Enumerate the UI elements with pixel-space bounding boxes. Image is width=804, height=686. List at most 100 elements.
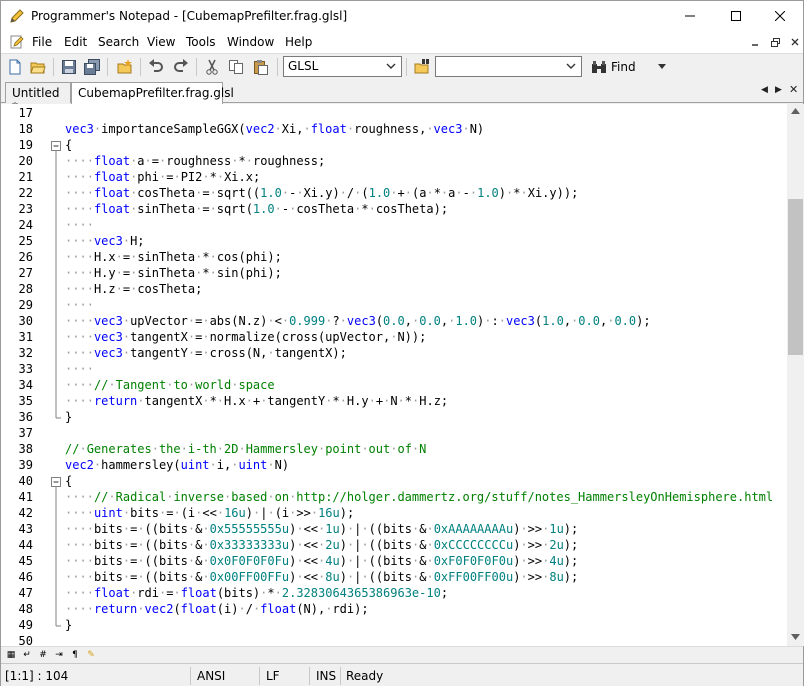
line-number: 29 [18,298,33,312]
scrollbar-thumb[interactable] [788,199,803,355]
paste-button[interactable] [251,57,271,77]
line-number: 40 [18,474,33,488]
line-number: 45 [18,554,33,568]
scissors-icon [206,59,218,75]
minimize-button[interactable] [667,1,713,31]
dropdown-arrow-icon[interactable] [657,64,666,70]
code-line: ···· [65,218,94,232]
menu-bar: File Edit Search View Tools Window Help [1,31,803,53]
toolbar: GLSL Find [1,53,803,79]
title-bar[interactable]: Programmer's Notepad - [CubemapPrefilter… [1,1,803,31]
save-all-icon [84,59,100,75]
whitespace-icon[interactable]: ⇥ [53,649,65,661]
line-number: 49 [18,618,33,632]
line-number: 35 [18,394,33,408]
scroll-up-icon[interactable] [791,108,800,114]
menu-window[interactable]: Window [227,35,274,49]
open-button[interactable] [28,57,48,77]
chevron-down-icon [566,63,576,69]
find-in-files-button[interactable] [412,57,432,77]
code-line: } [65,410,73,424]
open-project-button[interactable] [115,57,135,77]
find-input[interactable] [435,56,582,77]
redo-icon [174,59,188,72]
find-button[interactable]: Find [591,57,666,77]
document-edit-icon[interactable] [9,34,25,50]
line-ending-indicator: LF [266,669,280,683]
undo-button[interactable] [146,57,166,77]
tab-scroll-right-icon[interactable]: ▶ [775,85,782,95]
mdi-minimize-button[interactable] [747,34,763,50]
open-folder-icon [30,62,46,74]
line-number: 23 [18,202,33,216]
code-line: ····float·sinTheta·=·sqrt(1.0·-·cosTheta… [65,202,449,216]
line-number: 46 [18,570,33,584]
code-line: ····//·Radical·inverse·based·on·http://h… [65,490,774,504]
line-number: 22 [18,186,33,200]
code-line: ···· [65,298,94,312]
code-editor[interactable]: 17 18 19 20 21 22 23 24 25 26 27 28 29 30 31 32 33 34 35 36… [1,104,787,646]
chevron-down-icon [386,63,396,69]
menu-search[interactable]: Search [98,35,139,49]
new-file-icon [9,59,21,75]
tab-cubemap-prefilter[interactable]: CubemapPrefilter.frag.glsl [71,82,234,104]
word-wrap-icon[interactable]: ↵ [21,649,33,661]
line-number: 37 [18,426,33,440]
line-numbers-icon[interactable]: # [37,649,49,661]
maximize-button[interactable] [713,1,759,31]
code-line: ····//·Tangent·to·world·space [65,378,275,392]
code-line: ····float·rdi·=·float(bits)·*·2.32830643… [65,586,449,600]
status-bar: [1:1] : 104 ANSI LF INS Ready [1,663,803,686]
menu-help[interactable]: Help [285,35,312,49]
line-number: 24 [18,218,33,232]
paste-icon [254,60,268,75]
tab-untitled[interactable]: Untitled * [5,82,71,114]
code-line: ····vec3·tangentX·=·normalize(cross(upVe… [65,330,427,344]
save-all-button[interactable] [82,57,102,77]
menu-tools[interactable]: Tools [186,35,216,49]
cut-button[interactable] [202,57,222,77]
new-button[interactable] [5,57,25,77]
mdi-restore-button[interactable] [767,34,783,50]
redo-button[interactable] [171,57,191,77]
code-line: //·Generates·the·i-th·2D·Hammersley·poin… [65,442,427,456]
menu-file[interactable]: File [32,35,52,49]
cursor-position: [1:1] : 104 [5,669,69,683]
scroll-down-icon[interactable] [791,634,800,640]
vertical-scrollbar[interactable] [787,104,804,646]
close-button[interactable] [757,1,803,31]
code-line: ····return·tangentX·*·H.x·+·tangentY·*·H… [65,394,449,408]
view-mode-icon[interactable]: ▦ [5,649,17,661]
line-number: 47 [18,586,33,600]
tab-close-icon[interactable]: ✕ [789,83,798,96]
scheme-select[interactable]: GLSL [283,56,402,77]
line-number: 43 [18,522,33,536]
folder-search-icon [414,59,429,74]
save-button[interactable] [59,57,79,77]
fold-margin[interactable] [50,104,62,646]
code-line: ····bits·=·((bits·&·0x00FF00FFu)·<<·8u)·… [65,570,579,584]
copy-button[interactable] [226,57,246,77]
paragraph-icon[interactable]: ¶ [69,649,81,661]
restore-icon [770,37,780,47]
line-number: 27 [18,266,33,280]
line-number: 30 [18,314,33,328]
line-number: 31 [18,330,33,344]
code-line: ····vec3·tangentY·=·cross(N,·tangentX); [65,346,347,360]
code-line: ····H.x·=·sinTheta·*·cos(phi); [65,250,282,264]
menu-edit[interactable]: Edit [64,35,87,49]
line-number: 41 [18,490,33,504]
code-line: ····uint·bits·=·(i·<<·16u)·|·(i·>>·16u); [65,506,355,520]
code-line: ····float·a·=·roughness·*·roughness; [65,154,326,168]
line-number: 32 [18,346,33,360]
line-number: 50 [18,634,33,646]
line-number-gutter: 17 18 19 20 21 22 23 24 25 26 27 28 29 30 31 32 33 34 35 36… [1,104,49,646]
undo-icon [149,59,163,72]
mdi-close-button[interactable] [787,34,803,50]
line-number: 17 [18,106,33,120]
tab-scroll-left-icon[interactable]: ◀ [761,85,768,95]
bookmark-icon[interactable]: ✎ [85,649,97,661]
code-line: ····H.z·=·cosTheta; [65,282,203,296]
folder-star-icon [117,59,132,74]
menu-view[interactable]: View [147,35,175,49]
